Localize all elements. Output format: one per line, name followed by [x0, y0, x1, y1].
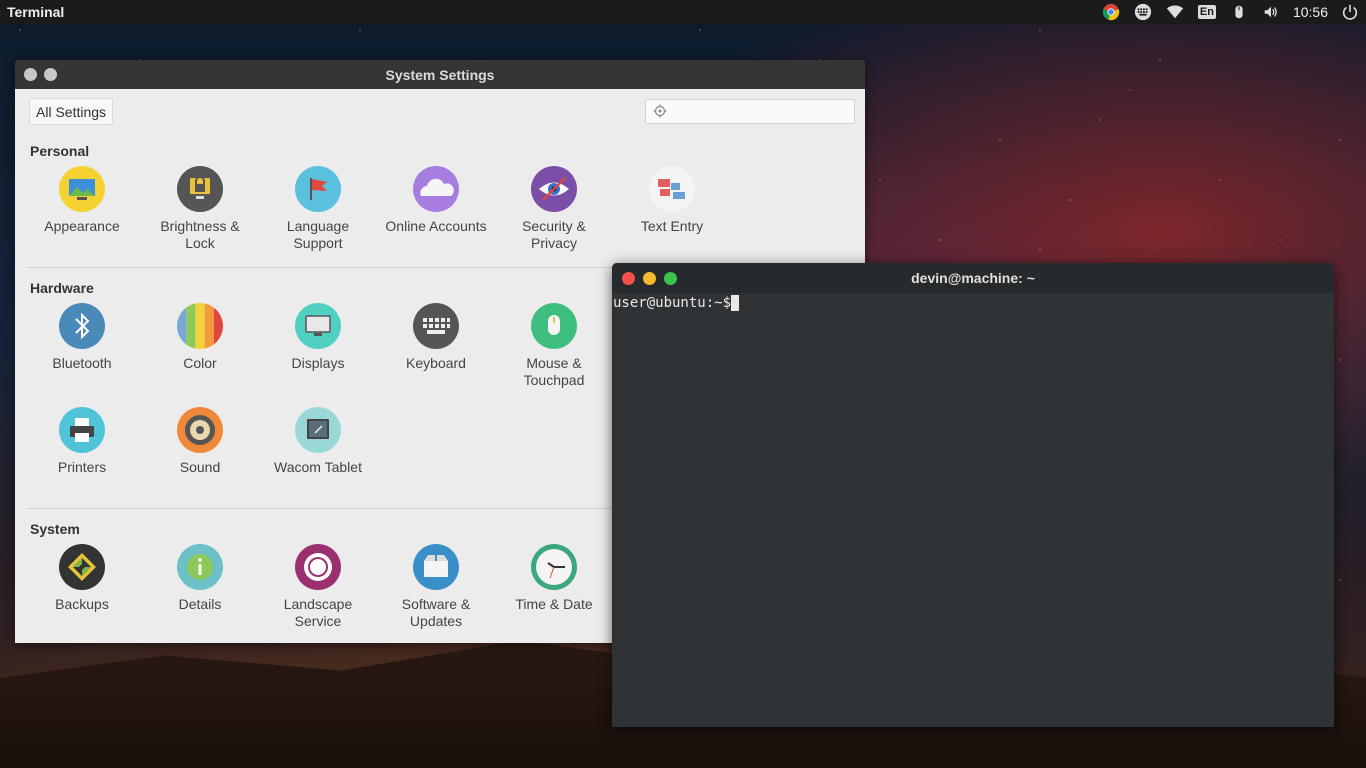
settings-item-language-support[interactable]: Language Support [262, 166, 374, 252]
item-label: Online Accounts [385, 218, 487, 234]
indicator-area: En 10:56 [1095, 0, 1366, 24]
item-label: Text Entry [640, 218, 704, 234]
software-icon [413, 544, 459, 590]
item-label: Sound [179, 459, 221, 475]
item-label: Bluetooth [52, 355, 112, 371]
landscape-icon [295, 544, 341, 590]
keyboard-indicator-icon[interactable] [1127, 0, 1159, 24]
mouse-indicator-icon[interactable] [1223, 0, 1255, 24]
backups-icon [59, 544, 105, 590]
settings-item-mouse-touchpad[interactable]: Mouse & Touchpad [498, 303, 610, 389]
settings-item-keyboard[interactable]: Keyboard [380, 303, 492, 372]
printer-icon [59, 407, 105, 453]
lang-icon[interactable]: En [1191, 0, 1223, 24]
mouse-icon [531, 303, 577, 349]
item-label: Details [178, 596, 222, 612]
settings-item-displays[interactable]: Displays [262, 303, 374, 372]
item-label: Color [183, 355, 217, 371]
item-label: Appearance [44, 218, 120, 234]
item-label: Software & Updates [401, 596, 471, 629]
section-title-personal: Personal [30, 143, 90, 159]
displays-icon [295, 303, 341, 349]
settings-item-brightness-lock[interactable]: Brightness & Lock [144, 166, 256, 252]
volume-icon[interactable] [1255, 0, 1287, 24]
settings-item-text-entry[interactable]: Text Entry [616, 166, 728, 235]
details-icon [177, 544, 223, 590]
search-input[interactable] [645, 99, 855, 124]
item-label: Displays [291, 355, 345, 371]
terminal-prompt: user@ubuntu:~$ [613, 295, 732, 311]
section-title-system: System [30, 521, 80, 537]
window-title: System Settings [385, 66, 495, 83]
settings-item-wacom-tablet[interactable]: Wacom Tablet [262, 407, 374, 476]
lang-label: En [1197, 5, 1216, 19]
bluetooth-icon [59, 303, 105, 349]
all-settings-button[interactable]: All Settings [29, 98, 114, 125]
settings-item-backups[interactable]: Backups [26, 544, 138, 613]
wifi-icon[interactable] [1159, 0, 1191, 24]
tablet-icon [295, 407, 341, 453]
color-icon [177, 303, 223, 349]
terminal-window[interactable]: devin@machine: ~ user@ubuntu:~$ [612, 263, 1334, 727]
item-label: Printers [57, 459, 107, 475]
settings-item-color[interactable]: Color [144, 303, 256, 372]
text-entry-icon [649, 166, 695, 212]
item-label: Time & Date [515, 596, 593, 612]
power-icon[interactable] [1334, 0, 1366, 24]
item-label: Wacom Tablet [274, 459, 362, 475]
item-label: Landscape Service [283, 596, 353, 629]
brightness-lock-icon [177, 166, 223, 212]
settings-item-printers[interactable]: Printers [26, 407, 138, 476]
terminal-body[interactable]: user@ubuntu:~$ [612, 293, 1334, 313]
appearance-icon [59, 166, 105, 212]
section-separator [27, 508, 627, 509]
terminal-title: devin@machine: ~ [911, 270, 1035, 286]
settings-item-online-accounts[interactable]: Online Accounts [380, 166, 492, 235]
keyboard-icon [413, 303, 459, 349]
language-icon [295, 166, 341, 212]
item-label: Mouse & Touchpad [523, 355, 585, 388]
active-app-name: Terminal [7, 4, 65, 20]
search-icon [653, 104, 667, 118]
settings-item-appearance[interactable]: Appearance [26, 166, 138, 235]
clock-icon [531, 544, 577, 590]
clock[interactable]: 10:56 [1287, 4, 1334, 20]
chrome-icon[interactable] [1095, 0, 1127, 24]
section-separator [27, 267, 627, 268]
section-title-hardware: Hardware [30, 280, 94, 296]
settings-toolbar: All Settings [15, 89, 865, 135]
settings-item-sound[interactable]: Sound [144, 407, 256, 476]
settings-item-landscape-service[interactable]: Landscape Service [262, 544, 374, 630]
settings-titlebar[interactable]: System Settings [15, 60, 865, 89]
sound-icon [177, 407, 223, 453]
settings-item-time-date[interactable]: Time & Date [498, 544, 610, 613]
item-label: Security & Privacy [522, 218, 586, 251]
settings-item-details[interactable]: Details [144, 544, 256, 613]
item-label: Keyboard [406, 355, 466, 371]
settings-item-security-privacy[interactable]: Security & Privacy [498, 166, 610, 252]
item-label: Brightness & Lock [160, 218, 240, 251]
security-icon [531, 166, 577, 212]
terminal-titlebar[interactable]: devin@machine: ~ [612, 263, 1334, 293]
settings-item-software-updates[interactable]: Software & Updates [380, 544, 492, 630]
top-panel: Terminal En 10:56 [0, 0, 1366, 24]
terminal-cursor [731, 295, 740, 311]
item-label: Backups [55, 596, 109, 612]
online-accounts-icon [413, 166, 459, 212]
settings-item-bluetooth[interactable]: Bluetooth [26, 303, 138, 372]
item-label: Language Support [286, 218, 350, 251]
